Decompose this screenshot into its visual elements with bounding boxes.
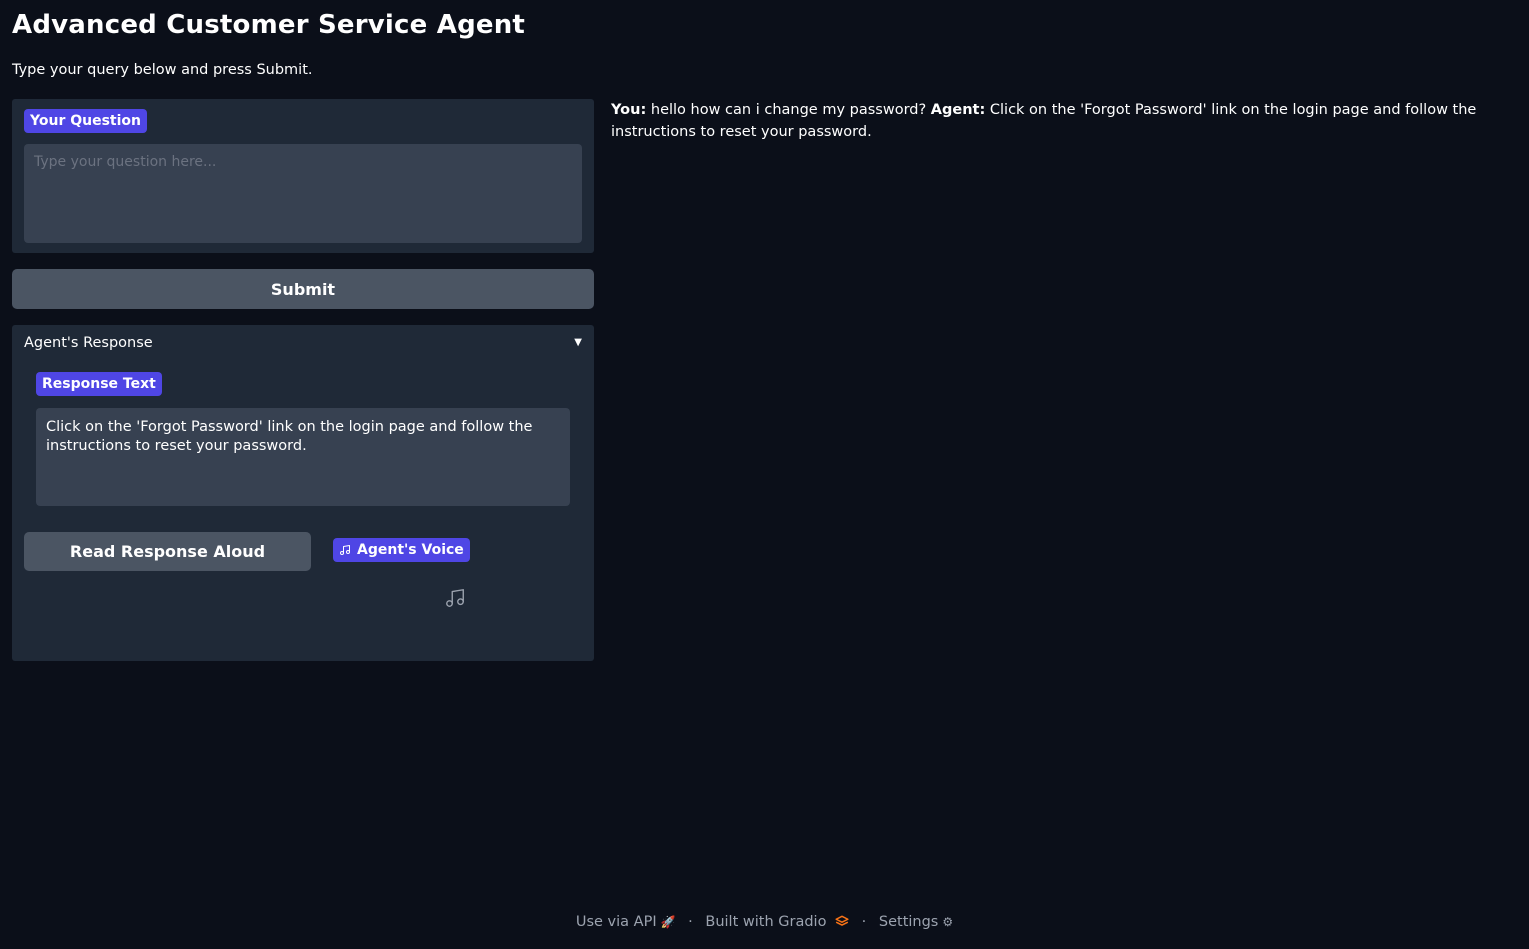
question-input[interactable]: [24, 144, 582, 243]
footer: Use via API 🚀 · Built with Gradio · Setti…: [0, 914, 1529, 930]
footer-separator: ·: [861, 914, 867, 930]
user-message: hello how can i change my password?: [650, 102, 927, 118]
page-subtitle: Type your query below and press Submit.: [12, 62, 313, 78]
settings-link[interactable]: Settings ⚙: [879, 914, 953, 930]
music-note-icon: [340, 545, 350, 555]
page-title: Advanced Customer Service Agent: [12, 10, 526, 40]
built-with-gradio-link[interactable]: Built with Gradio: [705, 914, 853, 930]
chat-log: You: hello how can i change my password?…: [611, 99, 1491, 143]
agent-response-accordion: Agent's Response ▼ Response Text Read Re…: [12, 325, 594, 661]
rocket-icon: 🚀: [660, 915, 676, 929]
app-root: Advanced Customer Service Agent Type you…: [0, 0, 1529, 949]
agents-voice-text: Agent's Voice: [357, 542, 464, 558]
chevron-down-icon[interactable]: ▼: [574, 337, 582, 348]
response-textarea[interactable]: [36, 408, 570, 506]
accordion-label: Agent's Response: [24, 335, 153, 351]
response-text-label: Response Text: [36, 372, 162, 396]
built-with-gradio-text: Built with Gradio: [705, 914, 827, 930]
accordion-header[interactable]: Agent's Response ▼: [12, 325, 594, 363]
question-label: Your Question: [24, 109, 147, 133]
read-response-aloud-button[interactable]: Read Response Aloud: [24, 532, 311, 571]
audio-placeholder-music-icon: [446, 589, 464, 607]
settings-text: Settings: [878, 914, 939, 930]
gradio-logo-icon: [835, 915, 849, 926]
agent-prefix: Agent:: [930, 102, 986, 118]
agents-voice-label: Agent's Voice: [333, 538, 470, 562]
footer-separator: ·: [688, 914, 693, 930]
gear-icon: ⚙: [942, 915, 954, 929]
question-panel: Your Question: [12, 99, 594, 253]
user-prefix: You:: [611, 102, 647, 118]
submit-button[interactable]: Submit: [12, 269, 594, 309]
use-via-api-link[interactable]: Use via API 🚀: [576, 914, 676, 930]
use-via-api-text: Use via API: [575, 914, 657, 930]
